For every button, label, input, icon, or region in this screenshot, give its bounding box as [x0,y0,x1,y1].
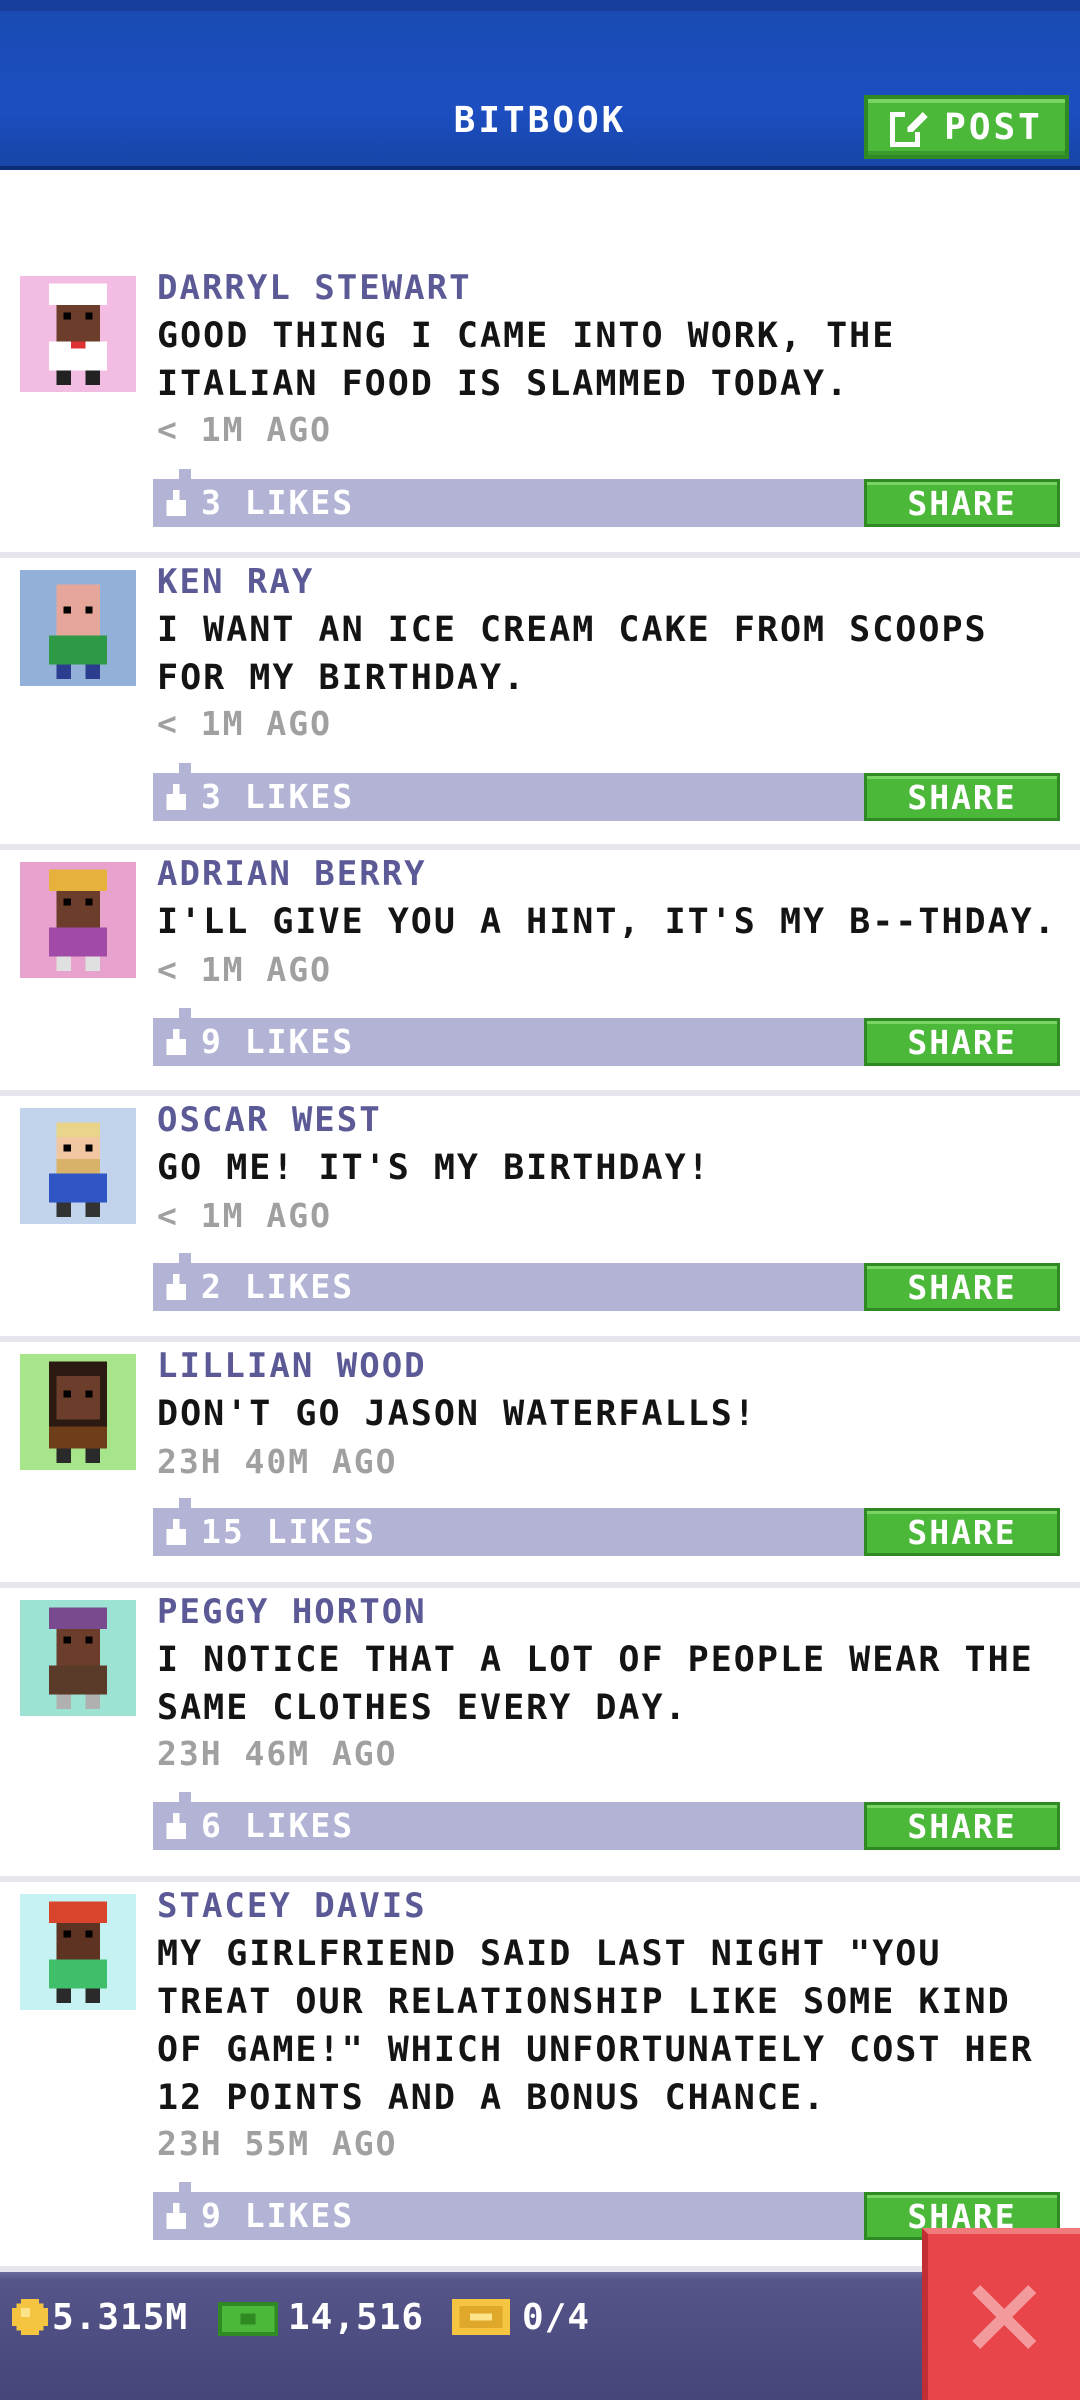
thumbs-up-icon [166,1519,186,1545]
post-text: DON'T GO JASON WATERFALLS! [157,1394,757,1434]
close-button[interactable] [922,2228,1080,2400]
bux-cash-icon [218,2302,278,2336]
app-header: BITBOOK POST [0,0,1080,170]
chef-avatar-icon[interactable] [20,276,136,392]
post-time: 23H 46M AGO [157,1734,398,1773]
status-bar: 5.315M 14,516 0/4 [0,2272,1080,2400]
like-count[interactable]: 3 LIKES [163,773,354,821]
post-time: < 1M AGO [157,1196,332,1235]
coins-stat: 5.315M [12,2272,188,2362]
post-text: GOOD THING I CAME INTO WORK, THE ITALIAN… [157,316,896,404]
post-author[interactable]: OSCAR WEST [157,1100,382,1140]
post-author[interactable]: STACEY DAVIS [157,1886,427,1926]
coins-value: 5.315M [52,2296,189,2338]
tickets-value: 0/4 [522,2296,591,2338]
bux-value: 14,516 [288,2296,425,2338]
purple-hair-avatar-icon[interactable] [20,1600,136,1716]
thumbs-up-icon [166,2203,186,2229]
post-author[interactable]: KEN RAY [157,562,314,602]
thumbs-up-icon [166,1274,186,1300]
like-count[interactable]: 2 LIKES [163,1263,354,1311]
edit-icon [890,109,928,147]
post-time: < 1M AGO [157,704,332,743]
post-button-label: POST [944,106,1043,148]
post-text: GO ME! IT'S MY BIRTHDAY! [157,1148,711,1188]
like-count[interactable]: 6 LIKES [163,1802,354,1850]
share-button[interactable]: SHARE [864,1508,1060,1556]
bux-stat: 14,516 [218,2272,424,2362]
ticket-icon [452,2299,510,2335]
post-text: MY GIRLFRIEND SAID LAST NIGHT "YOU TREAT… [157,1934,1034,2118]
post-author[interactable]: DARRYL STEWART [157,268,472,308]
share-button[interactable]: SHARE [864,773,1060,821]
post-author[interactable]: LILLIAN WOOD [157,1346,427,1386]
blonde-person-avatar-icon[interactable] [20,862,136,978]
post-button[interactable]: POST [864,95,1069,159]
thumbs-up-icon [166,1029,186,1055]
post-time: < 1M AGO [157,950,332,989]
post-time: 23H 40M AGO [157,1442,398,1481]
thumbs-up-icon [166,490,186,516]
post-text: I NOTICE THAT A LOT OF PEOPLE WEAR THE S… [157,1640,1034,1728]
post-author[interactable]: PEGGY HORTON [157,1592,427,1632]
close-icon [972,2285,1036,2349]
like-count[interactable]: 15 LIKES [163,1508,376,1556]
thumbs-up-icon [166,1813,186,1839]
like-count[interactable]: 3 LIKES [163,479,354,527]
post-author[interactable]: ADRIAN BERRY [157,854,427,894]
tickets-stat: 0/4 [452,2272,590,2362]
post-text: I'LL GIVE YOU A HINT, IT'S MY B--THDAY. [157,902,1057,942]
post-text: I WANT AN ICE CREAM CAKE FROM SCOOPS FOR… [157,610,988,698]
share-button[interactable]: SHARE [864,1263,1060,1311]
bald-man-avatar-icon[interactable] [20,570,136,686]
like-count[interactable]: 9 LIKES [163,2192,354,2240]
share-button[interactable]: SHARE [864,1802,1060,1850]
red-hair-avatar-icon[interactable] [20,1894,136,2010]
post-time: < 1M AGO [157,410,332,449]
share-button[interactable]: SHARE [864,1018,1060,1066]
like-count[interactable]: 9 LIKES [163,1018,354,1066]
coin-icon [12,2299,48,2335]
woman-avatar-icon[interactable] [20,1354,136,1470]
thumbs-up-icon [166,784,186,810]
share-button[interactable]: SHARE [864,479,1060,527]
bearded-man-avatar-icon[interactable] [20,1108,136,1224]
post-time: 23H 55M AGO [157,2124,398,2163]
